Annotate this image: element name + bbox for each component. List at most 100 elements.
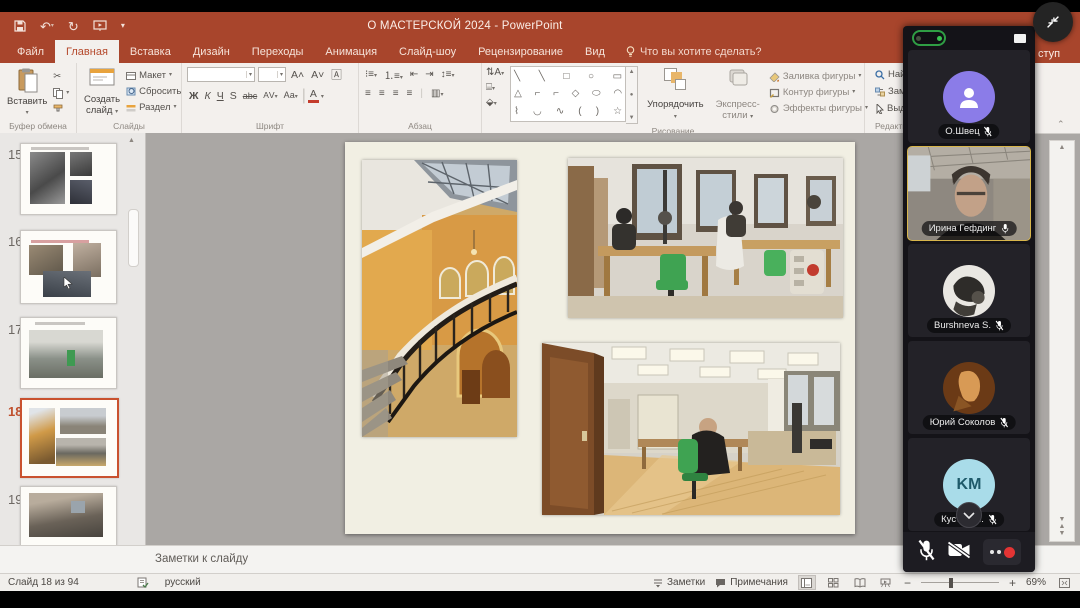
reset-button[interactable]: Сбросить <box>126 85 181 98</box>
thumbnail-scrollbar[interactable] <box>128 209 139 267</box>
numbering-icon[interactable]: ⒈≡▾ <box>384 67 403 82</box>
next-slide-icon[interactable]: ▼ <box>1059 530 1066 541</box>
slide-thumbnail-16[interactable] <box>20 230 117 304</box>
tab-review[interactable]: Рецензирование <box>467 40 574 63</box>
slide-thumbnail-17[interactable] <box>20 317 117 389</box>
bold-button[interactable]: Ж <box>187 89 201 103</box>
decrease-indent-icon[interactable]: ⇤ <box>410 69 418 80</box>
tab-insert[interactable]: Вставка <box>119 40 182 63</box>
language-indicator[interactable]: русский <box>165 577 201 588</box>
fit-slide-to-window-icon[interactable] <box>1056 576 1072 589</box>
text-direction-icon[interactable]: ⇅A▾ <box>486 67 504 78</box>
call-panel-header <box>903 26 1035 50</box>
normal-view-button[interactable] <box>798 575 816 590</box>
slide-photo-staircase[interactable] <box>362 160 517 437</box>
slide-photo-workshop-room[interactable] <box>542 343 840 515</box>
font-name-combobox[interactable]: ▾ <box>187 67 255 82</box>
bullets-icon[interactable]: ⁝≡▾ <box>365 69 377 80</box>
decrease-font-icon[interactable]: A˅ <box>309 68 326 82</box>
slideshow-view-button[interactable] <box>878 576 894 589</box>
slide-thumbnail-18-selected[interactable] <box>20 398 119 478</box>
comments-toggle-button[interactable]: Примечания <box>715 577 788 588</box>
zoom-out-icon[interactable]: − <box>904 576 911 590</box>
zoom-slider-handle[interactable] <box>949 578 953 588</box>
shapes-gallery-scrollbar[interactable]: ▲●▼ <box>626 66 638 124</box>
increase-indent-icon[interactable]: ⇥ <box>425 69 433 80</box>
participant-tile-active-speaker[interactable]: Ирина Гефдинг <box>908 147 1030 240</box>
convert-smartart-icon[interactable]: ⬙▾ <box>486 97 504 108</box>
notes-toggle-button[interactable]: Заметки <box>653 577 705 588</box>
section-button[interactable]: Раздел▾ <box>126 101 181 114</box>
tab-animations[interactable]: Анимация <box>314 40 388 63</box>
italic-button[interactable]: К <box>203 89 213 103</box>
new-slide-button[interactable]: Создатьслайд ▾ <box>81 66 123 119</box>
clear-formatting-icon[interactable]: 🄰 <box>329 68 344 82</box>
participant-tile[interactable]: Юрий Соколов <box>908 341 1030 434</box>
reading-view-button[interactable] <box>852 576 868 589</box>
character-spacing-button[interactable]: АV▾ <box>261 88 279 104</box>
slide-thumbnail-19[interactable] <box>20 486 117 546</box>
paste-button[interactable]: Вставить▾ <box>4 66 50 119</box>
slide-photo-workshop-tables[interactable] <box>568 158 843 318</box>
font-color-button[interactable]: А <box>308 89 319 103</box>
change-case-button[interactable]: Аа▾ <box>282 88 300 104</box>
minimize-panel-icon[interactable] <box>1014 34 1026 43</box>
format-painter-icon[interactable] <box>53 104 69 114</box>
tell-me-box[interactable]: Что вы хотите сделать? <box>616 40 772 63</box>
tab-transitions[interactable]: Переходы <box>241 40 315 63</box>
tab-design[interactable]: Дизайн <box>182 40 241 63</box>
editor-vertical-scrollbar[interactable]: ▲ ▼ ▲ ▼ <box>1049 140 1075 542</box>
shape-outline-button[interactable]: Контур фигуры▾ <box>769 86 868 99</box>
camera-off-button[interactable] <box>947 541 971 564</box>
increase-font-icon[interactable]: A˄ <box>289 68 306 82</box>
exit-fullscreen-button[interactable] <box>1033 2 1073 42</box>
slide-sorter-view-button[interactable] <box>826 576 842 589</box>
underline-button[interactable]: Ч <box>215 89 226 103</box>
zoom-percentage[interactable]: 69% <box>1026 577 1046 588</box>
spellcheck-icon[interactable] <box>137 577 149 588</box>
participant-tile[interactable]: О.Швец <box>908 50 1030 143</box>
slide-thumbnail-15[interactable] <box>20 143 117 215</box>
layout-button[interactable]: Макет▾ <box>126 69 181 82</box>
mic-muted-button[interactable] <box>917 539 936 566</box>
shape-fill-button[interactable]: Заливка фигуры▾ <box>769 70 868 83</box>
align-right-icon[interactable]: ≡ <box>393 88 399 99</box>
shape-effects-button[interactable]: Эффекты фигуры▾ <box>769 102 868 115</box>
notes-icon <box>653 578 663 588</box>
cut-icon[interactable]: ✂ <box>53 70 69 83</box>
quick-styles-button[interactable]: Экспресс-стили ▾ <box>713 66 763 124</box>
collapse-participants-button[interactable] <box>956 502 982 528</box>
slide-canvas[interactable] <box>345 142 855 534</box>
more-options-button[interactable] <box>983 539 1021 565</box>
text-shadow-button[interactable]: S <box>228 89 239 103</box>
justify-icon[interactable]: ≡ <box>407 88 413 99</box>
align-text-icon[interactable]: ⌸▾ <box>486 82 504 93</box>
previous-slide-icon[interactable]: ▲ <box>1059 523 1066 530</box>
participant-name-badge: Burshneva S. <box>927 318 1011 333</box>
avatar <box>943 71 995 123</box>
scroll-down-icon[interactable]: ▼ <box>1059 516 1066 523</box>
font-size-combobox[interactable]: ▾ <box>258 67 286 82</box>
tab-file[interactable]: Файл <box>6 40 55 63</box>
thumbnail-scroll-up-icon[interactable]: ▲ <box>128 137 135 144</box>
align-left-icon[interactable]: ≡ <box>365 88 371 99</box>
collapse-ribbon-icon[interactable]: ⌃ <box>1057 119 1065 130</box>
zoom-in-icon[interactable]: + <box>1009 576 1016 590</box>
arrange-button[interactable]: Упорядочить▾ <box>644 66 707 124</box>
line-spacing-icon[interactable]: ↕≡▾ <box>441 69 455 80</box>
video-toggle[interactable] <box>912 30 946 46</box>
align-center-icon[interactable]: ≡ <box>379 88 385 99</box>
zoom-slider[interactable] <box>921 578 999 588</box>
tab-slideshow[interactable]: Слайд-шоу <box>388 40 467 63</box>
columns-icon[interactable]: ▥▾ <box>431 88 443 99</box>
mic-on-icon <box>1000 223 1009 234</box>
participant-tile[interactable]: Burshneva S. <box>908 244 1030 337</box>
scroll-up-icon[interactable]: ▲ <box>1059 141 1066 151</box>
copy-icon[interactable]: ▾ <box>53 87 69 100</box>
new-slide-icon <box>89 68 115 90</box>
strikethrough-button[interactable]: abc <box>241 89 260 103</box>
font-color-caret[interactable]: ▾ <box>321 93 324 100</box>
shapes-gallery[interactable]: ╲╲□○▭ △⌐⌐◇⬭◠ ⌇◡∿()☆ <box>510 66 626 122</box>
tab-home[interactable]: Главная <box>55 40 119 63</box>
tab-view[interactable]: Вид <box>574 40 616 63</box>
